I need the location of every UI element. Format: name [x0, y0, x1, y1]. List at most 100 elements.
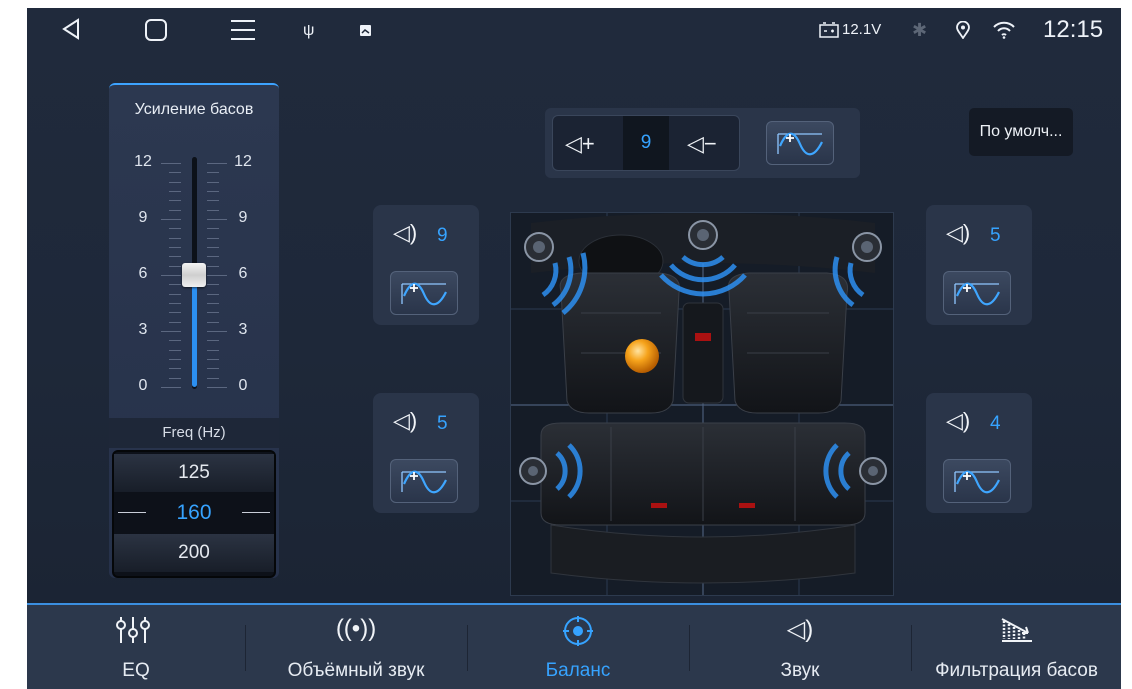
freq-marker-left	[118, 512, 146, 513]
scale-tick	[207, 321, 219, 323]
nav-tab-bass-filter[interactable]: Фильтрация басов	[912, 605, 1121, 689]
scale-tick	[207, 172, 219, 174]
scale-tick	[207, 228, 219, 230]
scale-tick	[207, 387, 227, 388]
freq-option[interactable]: 200	[114, 534, 274, 572]
curve-icon	[401, 282, 447, 306]
scale-tick	[169, 377, 181, 379]
scale-tick	[169, 349, 181, 351]
scale-label-right: 6	[238, 265, 248, 282]
scale-tick	[207, 293, 219, 295]
freq-picker[interactable]: 125 160 200	[112, 450, 276, 578]
scale-label-left: 3	[138, 321, 148, 338]
speaker-curve-button[interactable]	[943, 459, 1011, 503]
speaker-level: 5	[990, 225, 1001, 246]
scale-tick	[207, 359, 219, 360]
scale-tick	[169, 368, 181, 370]
speaker-level: 4	[990, 413, 1001, 434]
bass-boost-panel: Усиление басов 12 9 6 3 0 12 9 6 3 0 Fre…	[109, 83, 279, 578]
speaker-curve-button[interactable]	[943, 271, 1011, 315]
status-bar: ψ 12.1V ✱ 12:15	[27, 8, 1121, 52]
scale-tick	[207, 340, 219, 342]
scale-tick	[207, 237, 219, 239]
freq-marker-right	[242, 512, 270, 513]
speaker-front-left: ◁) 9	[373, 205, 479, 325]
volume-down-icon[interactable]: ◁−	[687, 116, 717, 172]
nav-tab-balance[interactable]: Баланс	[468, 605, 688, 689]
back-icon[interactable]	[61, 18, 81, 40]
eq-sliders-icon	[116, 617, 150, 643]
location-icon	[956, 21, 970, 39]
speaker-icon: ◁)	[946, 220, 971, 245]
scale-tick	[207, 349, 219, 351]
scale-tick	[169, 256, 181, 258]
curve-icon	[954, 282, 1000, 306]
scale-tick	[207, 303, 219, 304]
scale-tick	[169, 247, 181, 248]
curve-icon	[777, 132, 823, 156]
speaker-icon: ◁)	[786, 616, 814, 643]
bass-slider-thumb[interactable]	[182, 263, 206, 287]
menu-icon[interactable]	[230, 19, 256, 41]
home-icon[interactable]	[144, 19, 168, 41]
scale-tick	[207, 191, 219, 192]
freq-selected[interactable]: 160	[114, 494, 274, 532]
scale-tick	[169, 340, 181, 342]
scale-label-right: 9	[238, 209, 248, 226]
speaker-icon: ◁)	[393, 408, 418, 433]
scale-tick	[207, 209, 219, 211]
scale-tick	[161, 219, 181, 220]
master-volume-control: ◁+ 9 ◁−	[545, 108, 860, 178]
scale-tick	[207, 163, 227, 164]
curve-button[interactable]	[766, 121, 834, 165]
scale-tick	[207, 219, 227, 220]
car-interior-illustration	[511, 213, 893, 595]
volume-up-icon[interactable]: ◁+	[565, 116, 595, 172]
app-screen: ψ 12.1V ✱ 12:15 Усиление басов 12 9 6 3 …	[27, 8, 1121, 689]
scale-label-right: 3	[238, 321, 248, 338]
scale-tick	[169, 200, 181, 202]
curve-icon	[954, 470, 1000, 494]
voltage-readout: 12.1V	[842, 21, 882, 38]
speaker-curve-button[interactable]	[390, 459, 458, 503]
scale-tick	[169, 303, 181, 304]
curve-icon	[401, 470, 447, 494]
scale-tick	[207, 200, 219, 202]
default-button[interactable]: По умолч...	[969, 108, 1073, 156]
battery-icon	[819, 22, 839, 38]
speaker-front-right: ◁) 5	[926, 205, 1032, 325]
scale-tick	[207, 331, 227, 332]
bass-slider-fill	[192, 275, 197, 387]
scale-label-left: 12	[134, 153, 152, 170]
scale-tick	[207, 256, 219, 258]
scale-label-left: 9	[138, 209, 148, 226]
scale-tick	[169, 321, 181, 323]
scale-tick	[161, 387, 181, 388]
freq-option[interactable]: 125	[114, 454, 274, 492]
nav-label: Объёмный звук	[287, 660, 425, 681]
nav-label: Фильтрация басов	[935, 660, 1098, 681]
scale-label-right: 12	[234, 153, 252, 170]
scale-tick	[169, 228, 181, 230]
scale-tick	[161, 331, 181, 332]
image-icon	[360, 25, 371, 36]
scale-tick	[169, 284, 181, 286]
freq-header: Freq (Hz)	[109, 418, 279, 448]
scale-tick	[169, 265, 181, 267]
volume-stepper: ◁+ 9 ◁−	[552, 115, 740, 171]
scale-tick	[207, 247, 219, 248]
wifi-icon	[993, 21, 1015, 39]
scale-label-left: 6	[138, 265, 148, 282]
nav-tab-eq[interactable]: EQ	[27, 605, 245, 689]
speaker-curve-button[interactable]	[390, 271, 458, 315]
scale-tick	[169, 181, 181, 183]
nav-tab-surround[interactable]: ((•)) Объёмный звук	[246, 605, 466, 689]
scale-tick	[161, 163, 181, 164]
scale-label-right: 0	[238, 377, 248, 394]
nav-tab-sound[interactable]: ◁) Звук	[690, 605, 910, 689]
balance-point-handle[interactable]	[625, 339, 659, 373]
car-balance-view[interactable]	[510, 212, 894, 596]
scale-tick	[169, 172, 181, 174]
scale-tick	[207, 312, 219, 314]
scale-tick	[207, 368, 219, 370]
